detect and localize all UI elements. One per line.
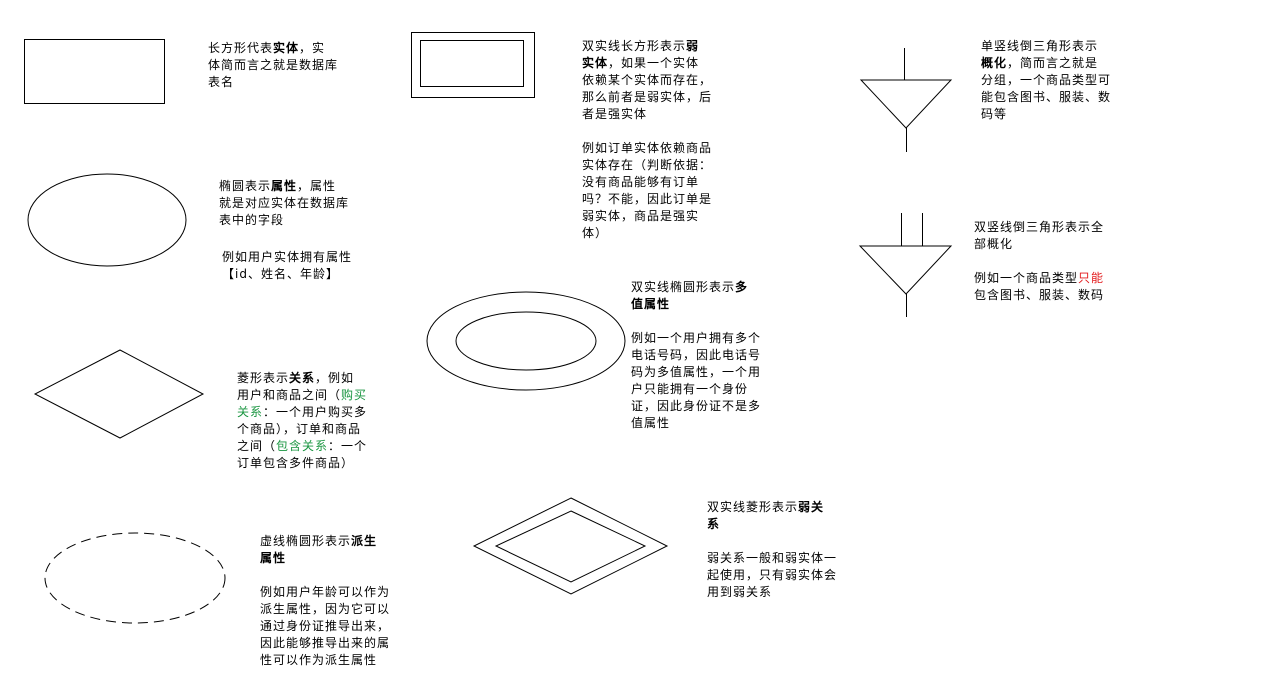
generalization-note-text: ，简而言之就是 (1007, 56, 1099, 70)
relationship-note-line: 订单包含多件商品） (237, 456, 355, 470)
generalization-note-line: 码等 (981, 107, 1008, 121)
relationship-diamond (33, 349, 205, 439)
entity-note-line: 体简而言之就是数据库 (208, 58, 339, 72)
derived-attribute-note-line: 性可以作为派生属性 (260, 653, 378, 667)
contain-relation-highlight: 包含关系 (276, 439, 329, 453)
multivalued-note-line: 证，因此身份证不是多 (631, 399, 762, 413)
weak-entity-keyword: 实体 (582, 56, 609, 70)
relationship-note-line: 个商品），订单和商品 (237, 422, 362, 436)
attribute-example: 例如用户实体拥有属性 【id、姓名、年龄】 (222, 249, 352, 283)
entity-note: 长方形代表实体，实 体简而言之就是数据库 表名 (208, 40, 338, 91)
attribute-example-line: 例如用户实体拥有属性 (222, 250, 353, 264)
derived-attribute-note-line: 因此能够推导出来的属 (260, 636, 391, 650)
weak-entity-note-line: 弱实体，商品是强实 (582, 209, 700, 223)
generalization-keyword: 概化 (981, 56, 1008, 70)
generalization-note-line: 能包含图书、服装、数 (981, 90, 1112, 104)
derived-attribute-keyword: 属性 (260, 551, 287, 565)
entity-rectangle (24, 39, 165, 104)
weak-entity-note-line: 依赖某个实体而存在， (582, 73, 713, 87)
relationship-note-text: ，例如 (315, 371, 355, 385)
purchase-relation-highlight: 购买 (341, 388, 368, 402)
derived-attribute-note-line: 例如用户年龄可以作为 (260, 585, 391, 599)
multivalued-note-line: 值属性 (631, 416, 671, 430)
attribute-note-line: 就是对应实体在数据库 (219, 196, 350, 210)
weak-entity-note-line: 实体存在（判断依据： (582, 158, 713, 172)
multivalued-keyword: 多 (735, 280, 749, 294)
weak-relationship-note-line: 弱关系一般和弱实体一 (707, 551, 838, 565)
weak-relationship-keyword: 系 (707, 517, 721, 531)
relationship-note-text: 之间（ (237, 439, 277, 453)
multivalued-note-text: 双实线椭圆形表示 (631, 280, 736, 294)
generalization-note-line: 单竖线倒三角形表示 (981, 39, 1099, 53)
attribute-note-line: 表中的字段 (219, 213, 285, 227)
weak-entity-double-rectangle (411, 32, 535, 98)
relationship-note: 菱形表示关系，例如 用户和商品之间（购买 关系：一个用户购买多 个商品），订单和… (237, 370, 367, 472)
weak-entity-note-line: 那么前者是弱实体，后 (582, 90, 713, 104)
multivalued-keyword: 值属性 (631, 297, 671, 311)
multivalued-note-line: 户只能拥有一个身份 (631, 382, 749, 396)
derived-attribute-keyword: 派生 (351, 534, 378, 548)
attribute-ellipse (27, 173, 187, 267)
weak-relationship-double-diamond (472, 497, 669, 595)
relationship-keyword: 关系 (289, 371, 316, 385)
relationship-note-text: ：一个 (328, 439, 368, 453)
weak-entity-note-line: 者是强实体 (582, 107, 648, 121)
weak-entity-note-line: 吗？不能，因此订单是 (582, 192, 713, 206)
total-generalization-note-line: 双竖线倒三角形表示全 (974, 220, 1105, 234)
total-generalization-note-line: 包含图书、服装、数码 (974, 288, 1105, 302)
weak-entity-note-line: 体） (582, 226, 609, 240)
multivalued-note-line: 例如一个用户拥有多个 (631, 331, 762, 345)
attribute-note-text: ，属性 (297, 179, 337, 193)
multivalued-double-ellipse (426, 291, 626, 391)
weak-entity-note: 双实线长方形表示弱 实体，如果一个实体 依赖某个实体而存在， 那么前者是弱实体，… (582, 38, 712, 242)
total-generalization-note: 双竖线倒三角形表示全 部概化 例如一个商品类型只能 包含图书、服装、数码 (974, 219, 1104, 304)
weak-entity-note-text: 双实线长方形表示 (582, 39, 687, 53)
multivalued-note: 双实线椭圆形表示多 值属性 例如一个用户拥有多个 电话号码，因此电话号 码为多值… (631, 279, 761, 432)
generalization-note: 单竖线倒三角形表示 概化，简而言之就是 分组，一个商品类型可 能包含图书、服装、… (981, 38, 1111, 123)
attribute-example-line: 【id、姓名、年龄】 (222, 267, 339, 281)
entity-note-line: 表名 (208, 75, 235, 89)
purchase-relation-highlight: 关系 (237, 405, 264, 419)
derived-attribute-note-text: 虚线椭圆形表示 (260, 534, 352, 548)
weak-relationship-note-text: 双实线菱形表示 (707, 500, 799, 514)
weak-relationship-note-line: 起使用，只有弱实体会 (707, 568, 838, 582)
multivalued-note-line: 码为多值属性，一个用 (631, 365, 762, 379)
derived-attribute-note: 虚线椭圆形表示派生 属性 例如用户年龄可以作为 派生属性，因为它可以 通过身份证… (260, 533, 390, 669)
multivalued-note-line: 电话号码，因此电话号 (631, 348, 762, 362)
weak-entity-note-line: 没有商品能够有订单 (582, 175, 700, 189)
generalization-triangle (859, 48, 953, 152)
total-generalization-note-text: 例如一个商品类型 (974, 271, 1079, 285)
derived-attribute-note-line: 通过身份证推导出来， (260, 619, 391, 633)
generalization-note-line: 分组，一个商品类型可 (981, 73, 1112, 87)
entity-keyword: 实体 (273, 41, 300, 55)
weak-entity-keyword: 弱 (686, 39, 700, 53)
attribute-keyword: 属性 (271, 179, 298, 193)
attribute-note: 椭圆表示属性，属性 就是对应实体在数据库 表中的字段 (219, 178, 349, 229)
entity-note-text: 长方形代表 (208, 41, 274, 55)
weak-entity-note-line: 例如订单实体依赖商品 (582, 141, 713, 155)
relationship-note-text: 菱形表示 (237, 371, 290, 385)
only-highlight: 只能 (1078, 271, 1105, 285)
weak-entity-note-text: ，如果一个实体 (608, 56, 700, 70)
total-generalization-note-line: 部概化 (974, 237, 1014, 251)
weak-relationship-keyword: 弱关 (798, 500, 825, 514)
total-generalization-triangle (858, 213, 953, 317)
weak-relationship-note-line: 用到弱关系 (707, 585, 773, 599)
derived-attribute-dashed-ellipse (44, 532, 226, 624)
entity-note-text: ，实 (299, 41, 326, 55)
derived-attribute-note-line: 派生属性，因为它可以 (260, 602, 391, 616)
relationship-note-text: 用户和商品之间（ (237, 388, 342, 402)
relationship-note-text: ：一个用户购买多 (263, 405, 368, 419)
weak-relationship-note: 双实线菱形表示弱关 系 弱关系一般和弱实体一 起使用，只有弱实体会 用到弱关系 (707, 499, 837, 601)
attribute-note-text: 椭圆表示 (219, 179, 272, 193)
